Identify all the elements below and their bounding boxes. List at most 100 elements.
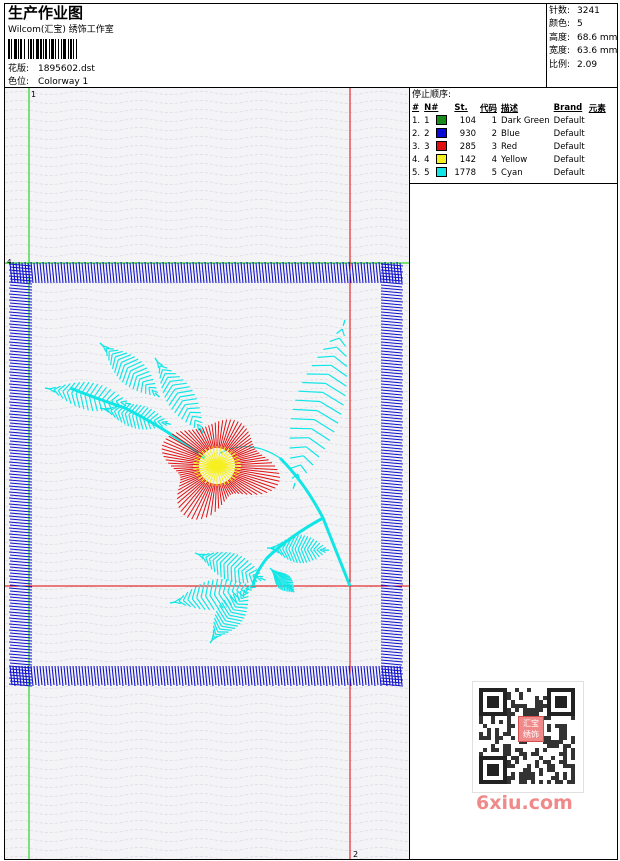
qr-module <box>483 724 487 728</box>
qr-module <box>511 712 515 716</box>
stop-element <box>587 114 608 127</box>
stop-stitches: 142 <box>459 154 477 165</box>
leaf-stitch <box>282 581 284 591</box>
stop-brand: Default <box>553 141 585 152</box>
height-value: 68.6 mm <box>577 33 618 43</box>
stop-row: 4. 4 142 4 Yellow Default <box>410 153 608 166</box>
qr-module <box>527 708 531 712</box>
stop-description: Cyan <box>501 167 523 178</box>
qr-module <box>559 732 563 736</box>
qr-finder <box>555 696 567 708</box>
stop-brand: Default <box>553 115 585 126</box>
qr-module <box>555 744 559 748</box>
stop-sequence-heading: 停止顺序: <box>412 90 452 100</box>
width-value: 63.6 mm <box>577 46 618 56</box>
stop-code: 4 <box>491 154 498 165</box>
stop-sequence-table: # N# St. 代码 描述 Brand 元素 1. 1 104 1 Dark Gree… <box>410 102 608 179</box>
qr-module <box>495 740 499 744</box>
color-swatch <box>435 154 447 165</box>
color-swatch <box>435 115 447 126</box>
qr-module <box>519 704 523 708</box>
qr-module <box>543 704 547 708</box>
qr-module <box>563 732 567 736</box>
qr-module <box>539 768 543 772</box>
qr-finder <box>487 696 499 708</box>
qr-module <box>487 732 491 736</box>
colors-value: 5 <box>577 19 583 29</box>
stop-description: Blue <box>501 128 520 139</box>
qr-module <box>563 764 567 768</box>
qr-module <box>531 780 535 784</box>
qr-stamp: 汇宝绣饰 <box>518 716 544 742</box>
qr-module <box>487 736 491 740</box>
stop-number: 2 <box>422 127 452 140</box>
color-swatch <box>435 141 447 152</box>
qr-module <box>571 772 575 776</box>
qr-module <box>535 704 539 708</box>
color-swatch <box>435 167 447 178</box>
qr-module <box>563 772 567 776</box>
qr-module <box>571 756 575 760</box>
qr-module <box>523 704 527 708</box>
leaf-stitch <box>285 583 287 592</box>
qr-module <box>567 764 571 768</box>
qr-module <box>563 756 567 760</box>
qr-module <box>547 716 551 720</box>
qr-module <box>491 748 495 752</box>
qr-module <box>547 728 551 732</box>
qr-module <box>567 780 571 784</box>
qr-module <box>571 780 575 784</box>
qr-module <box>551 776 555 780</box>
stop-brand: Default <box>553 167 585 178</box>
stop-row: 2. 2 930 2 Blue Default <box>410 127 608 140</box>
col-header-stitches: St. <box>454 103 468 113</box>
qr-module <box>567 744 571 748</box>
qr-module <box>547 736 551 740</box>
stop-number-text: 5 <box>424 167 430 178</box>
qr-module <box>495 736 499 740</box>
qr-module <box>507 712 511 716</box>
col-header-code: 代码 <box>480 104 498 114</box>
qr-module <box>507 716 511 720</box>
qr-module <box>531 752 535 756</box>
qr-module <box>563 736 567 740</box>
stop-sequence-header-row: # N# St. 代码 描述 Brand 元素 <box>410 102 608 114</box>
leaf-stitch <box>230 566 233 582</box>
qr-module <box>551 756 555 760</box>
qr-module <box>503 732 507 736</box>
qr-module <box>559 736 563 740</box>
col-header-brand: Brand <box>553 103 583 113</box>
qr-module <box>559 752 563 756</box>
qr-module <box>515 760 519 764</box>
qr-module <box>523 708 527 712</box>
qr-module <box>559 740 563 744</box>
stop-element <box>587 127 608 140</box>
stop-description: Yellow <box>501 154 528 165</box>
stop-description: Dark Green <box>501 115 550 126</box>
qr-module <box>511 764 515 768</box>
stop-row: 5. 5 1778 5 Cyan Default <box>410 166 608 179</box>
qr-module <box>507 776 511 780</box>
qr-module <box>523 756 527 760</box>
guide-marker-1: 1 <box>31 90 36 99</box>
qr-module <box>515 688 519 692</box>
qr-module <box>547 744 551 748</box>
qr-module <box>563 744 567 748</box>
color-swatch <box>435 128 447 139</box>
qr-module <box>491 720 495 724</box>
qr-module <box>527 772 531 776</box>
qr-module <box>531 776 535 780</box>
qr-module <box>535 748 539 752</box>
qr-module <box>539 708 543 712</box>
qr-module <box>571 776 575 780</box>
stop-element <box>587 140 608 153</box>
qr-module <box>503 744 507 748</box>
qr-module <box>495 732 499 736</box>
qr-module <box>543 760 547 764</box>
stop-stitches: 285 <box>459 141 477 152</box>
qr-module <box>523 780 527 784</box>
stop-index: 5. <box>412 167 421 178</box>
stop-number-text: 1 <box>424 115 430 126</box>
qr-module <box>563 724 567 728</box>
qr-module <box>539 756 543 760</box>
